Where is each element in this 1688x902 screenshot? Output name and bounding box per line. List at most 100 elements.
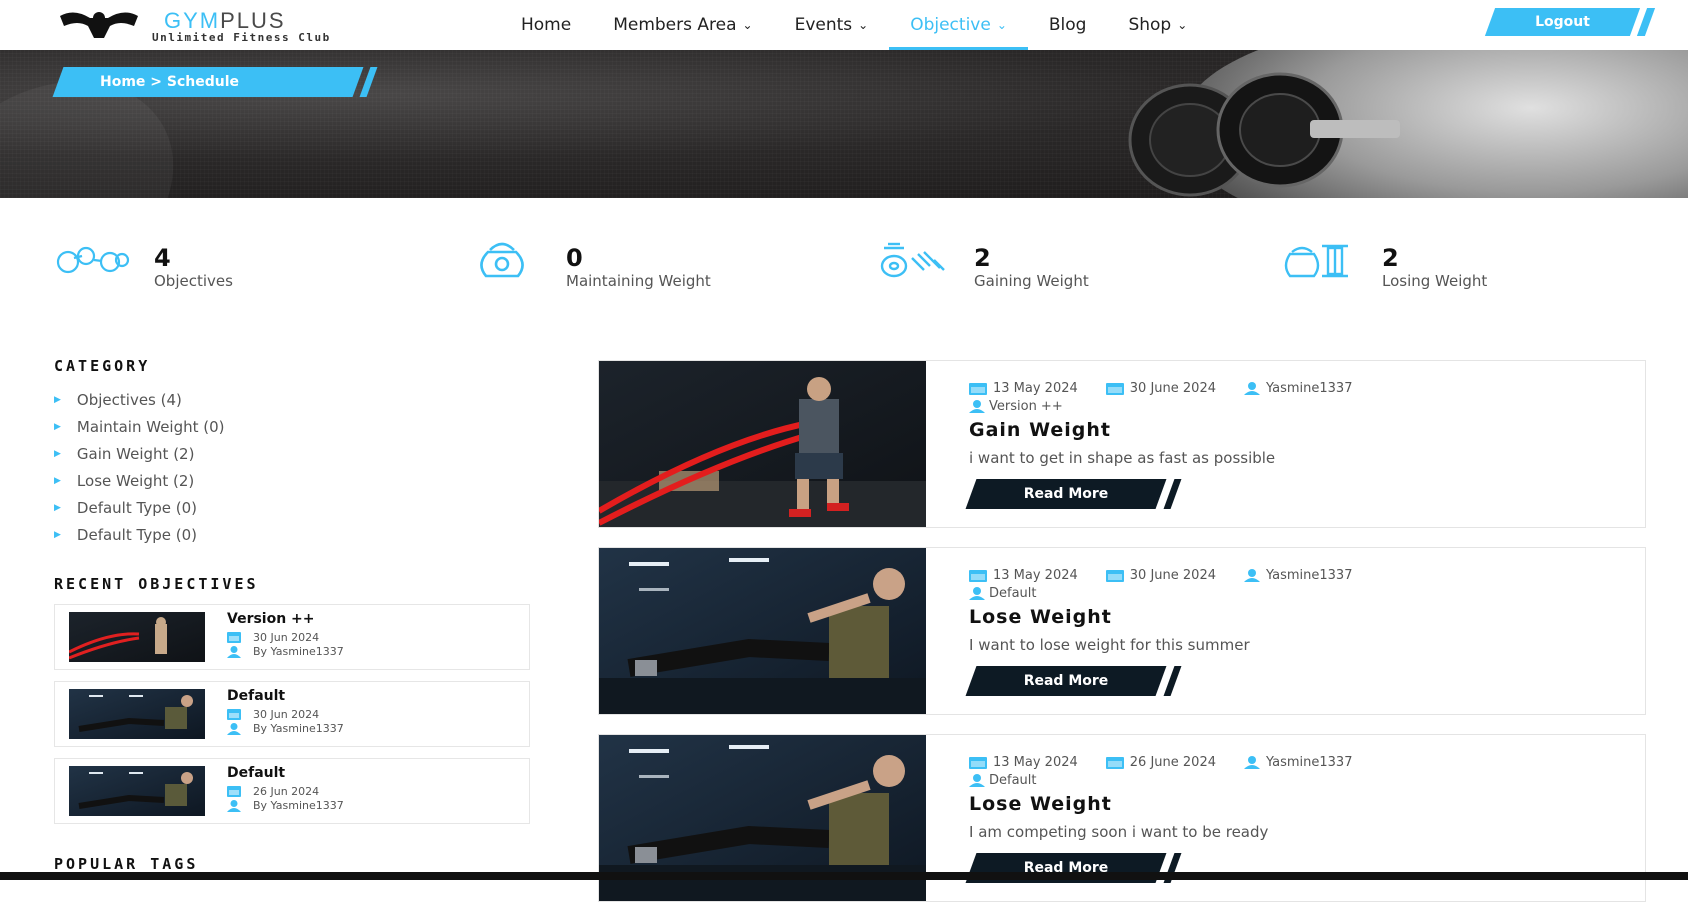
category-item[interactable]: ▶ Lose Weight (2) — [54, 467, 454, 494]
popular-tags-heading: POPULAR TAGS — [54, 855, 199, 873]
category-heading: CATEGORY — [54, 357, 151, 375]
calendar-icon — [227, 709, 241, 720]
end-date-text: 30 June 2024 — [1129, 381, 1216, 396]
author-text: Yasmine1337 — [1265, 568, 1353, 583]
button-label: Read More — [1023, 486, 1109, 502]
triangle-right-icon: ▶ — [54, 394, 61, 405]
breadcrumb: Home > Schedule — [50, 67, 380, 97]
author-text: Yasmine1337 — [1265, 381, 1353, 396]
card-meta: 13 May 2024 30 June 2024 Yasmine1337 — [969, 381, 1380, 396]
card-author[interactable]: Yasmine1337 — [1243, 381, 1353, 396]
logout-button[interactable]: Logout — [1484, 8, 1656, 36]
user-icon — [227, 799, 241, 812]
read-more-button[interactable]: Read More — [965, 479, 1182, 509]
recent-date-text: 26 Jun 2024 — [253, 785, 320, 798]
category-item[interactable]: ▶ Default Type (0) — [54, 494, 454, 521]
nav-members-area[interactable]: Members Area ⌄ — [592, 0, 773, 50]
objective-card: 13 May 2024 30 June 2024 Yasmine1337 Def… — [598, 547, 1646, 715]
card-meta: 13 May 2024 30 June 2024 Yasmine1337 — [969, 568, 1380, 583]
card-author[interactable]: Yasmine1337 — [1243, 568, 1353, 583]
calendar-icon — [969, 569, 987, 582]
triangle-right-icon: ▶ — [54, 529, 61, 540]
objective-image[interactable] — [599, 548, 926, 715]
user-icon — [1243, 569, 1260, 582]
nav-events[interactable]: Events ⌄ — [774, 0, 890, 50]
site-header: GYMPLUS Unlimited Fitness Club Home Memb… — [0, 0, 1688, 50]
end-date: 26 June 2024 — [1105, 755, 1216, 770]
category-item[interactable]: ▶ Gain Weight (2) — [54, 440, 454, 467]
start-date-text: 13 May 2024 — [993, 755, 1078, 770]
recent-date: 30 Jun 2024 — [227, 631, 319, 644]
triangle-right-icon: ▶ — [54, 475, 61, 486]
card-title[interactable]: Gain Weight — [969, 419, 1111, 441]
type-text: Version ++ — [989, 399, 1063, 414]
recent-thumbnail — [69, 766, 205, 816]
card-description: i want to get in shape as fast as possib… — [969, 449, 1276, 467]
recent-thumbnail — [69, 689, 205, 739]
hero-banner: Home > Schedule — [0, 50, 1688, 198]
category-label: Gain Weight (2) — [76, 444, 195, 463]
nav-home[interactable]: Home — [500, 0, 592, 50]
chevron-down-icon: ⌄ — [1177, 18, 1188, 32]
stat-value: 0 — [566, 244, 583, 272]
triangle-right-icon: ▶ — [54, 502, 61, 513]
nav-objective[interactable]: Objective ⌄ — [889, 0, 1028, 50]
nav-shop[interactable]: Shop ⌄ — [1107, 0, 1208, 50]
stat-label: Maintaining Weight — [566, 272, 711, 290]
card-type: Version ++ — [969, 399, 1063, 414]
user-icon — [969, 400, 985, 413]
recent-objective-item[interactable]: Version ++ 30 Jun 2024 By Yasmine1337 — [54, 604, 530, 670]
calendar-icon — [1105, 756, 1124, 769]
chevron-down-icon: ⌄ — [858, 18, 869, 32]
recent-objective-item[interactable]: Default 30 Jun 2024 By Yasmine1337 — [54, 681, 530, 747]
triangle-right-icon: ▶ — [54, 421, 61, 432]
stat-value: 4 — [154, 244, 171, 272]
start-date: 13 May 2024 — [969, 755, 1078, 770]
calendar-icon — [1105, 382, 1124, 395]
nav-label: Objective — [910, 15, 991, 35]
category-label: Objectives (4) — [76, 390, 182, 409]
category-item[interactable]: ▶ Default Type (0) — [54, 521, 454, 548]
user-icon — [969, 587, 985, 600]
breadcrumb-stripe — [359, 67, 378, 97]
category-item[interactable]: ▶ Objectives (4) — [54, 386, 454, 413]
calendar-icon — [227, 786, 241, 797]
stat-value: 2 — [1382, 244, 1399, 272]
calendar-icon — [969, 756, 987, 769]
calendar-icon — [969, 382, 987, 395]
stat-value: 2 — [974, 244, 991, 272]
recent-date-text: 30 Jun 2024 — [253, 708, 320, 721]
read-more-button[interactable]: Read More — [965, 666, 1182, 696]
recent-author-text: By Yasmine1337 — [253, 799, 344, 812]
card-type: Default — [969, 586, 1037, 601]
recent-title: Default — [227, 765, 286, 781]
button-stripe — [1163, 479, 1182, 509]
card-meta: 13 May 2024 26 June 2024 Yasmine1337 — [969, 755, 1380, 770]
start-date-text: 13 May 2024 — [993, 568, 1078, 583]
category-item[interactable]: ▶ Maintain Weight (0) — [54, 413, 454, 440]
site-logo[interactable]: GYMPLUS Unlimited Fitness Club — [54, 6, 364, 46]
weight-plates-icon — [880, 242, 945, 278]
nav-label: Shop — [1128, 15, 1172, 35]
card-description: I am competing soon i want to be ready — [969, 823, 1269, 841]
nav-label: Events — [794, 15, 853, 35]
stat-label: Objectives — [154, 272, 233, 290]
logout-button-stripe — [1636, 8, 1656, 36]
stat-losing-weight: 2 Losing Weight — [1282, 236, 1622, 296]
start-date: 13 May 2024 — [969, 381, 1078, 396]
user-icon — [227, 645, 241, 658]
recent-date: 26 Jun 2024 — [227, 785, 319, 798]
card-title[interactable]: Lose Weight — [969, 606, 1112, 628]
nav-blog[interactable]: Blog — [1028, 0, 1108, 50]
card-author[interactable]: Yasmine1337 — [1243, 755, 1352, 770]
card-title[interactable]: Lose Weight — [969, 793, 1112, 815]
recent-title: Default — [227, 688, 286, 704]
recent-thumbnail — [69, 612, 205, 662]
breadcrumb-text[interactable]: Home > Schedule — [100, 67, 239, 97]
recent-objective-item[interactable]: Default 26 Jun 2024 By Yasmine1337 — [54, 758, 530, 824]
objective-image[interactable] — [599, 361, 926, 528]
logout-label: Logout — [1535, 14, 1590, 30]
stat-label: Losing Weight — [1382, 272, 1488, 290]
nav-label: Home — [521, 15, 572, 35]
user-icon — [1243, 382, 1260, 395]
